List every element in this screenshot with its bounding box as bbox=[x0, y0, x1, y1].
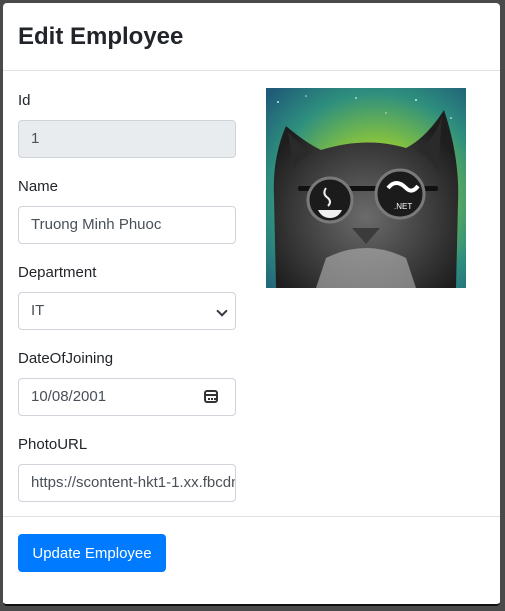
department-label: Department bbox=[18, 264, 97, 281]
name-label: Name bbox=[18, 178, 59, 195]
calendar-icon[interactable] bbox=[204, 390, 218, 403]
date-of-joining-input[interactable]: 10/08/2001 bbox=[18, 378, 236, 416]
name-input[interactable]: Truong Minh Phuoc bbox=[18, 206, 236, 244]
id-field: 1 bbox=[18, 120, 236, 158]
id-label: Id bbox=[18, 92, 31, 109]
photo-url-input[interactable]: https://scontent-hkt1-1.xx.fbcdn bbox=[18, 464, 236, 502]
department-selected-value: IT bbox=[31, 302, 45, 319]
cat-with-sunglasses-image: .NET bbox=[266, 88, 466, 288]
department-select[interactable]: IT bbox=[18, 292, 236, 330]
modal-body: Id 1 Name Truong Minh Phuoc Department I… bbox=[3, 71, 500, 517]
edit-employee-modal: Edit Employee Id 1 Name Truong Minh Phuo… bbox=[3, 3, 500, 606]
svg-text:.NET: .NET bbox=[394, 202, 412, 211]
date-of-joining-label: DateOfJoining bbox=[18, 350, 114, 367]
date-of-joining-value: 10/08/2001 bbox=[31, 388, 107, 405]
modal-header: Edit Employee bbox=[3, 3, 500, 71]
update-employee-button[interactable]: Update Employee bbox=[18, 534, 166, 572]
modal-footer: Update Employee bbox=[3, 517, 500, 605]
photo-url-label: PhotoURL bbox=[18, 436, 88, 453]
employee-photo: .NET bbox=[266, 88, 466, 288]
modal-title: Edit Employee bbox=[18, 23, 184, 50]
chevron-down-icon bbox=[216, 305, 228, 317]
